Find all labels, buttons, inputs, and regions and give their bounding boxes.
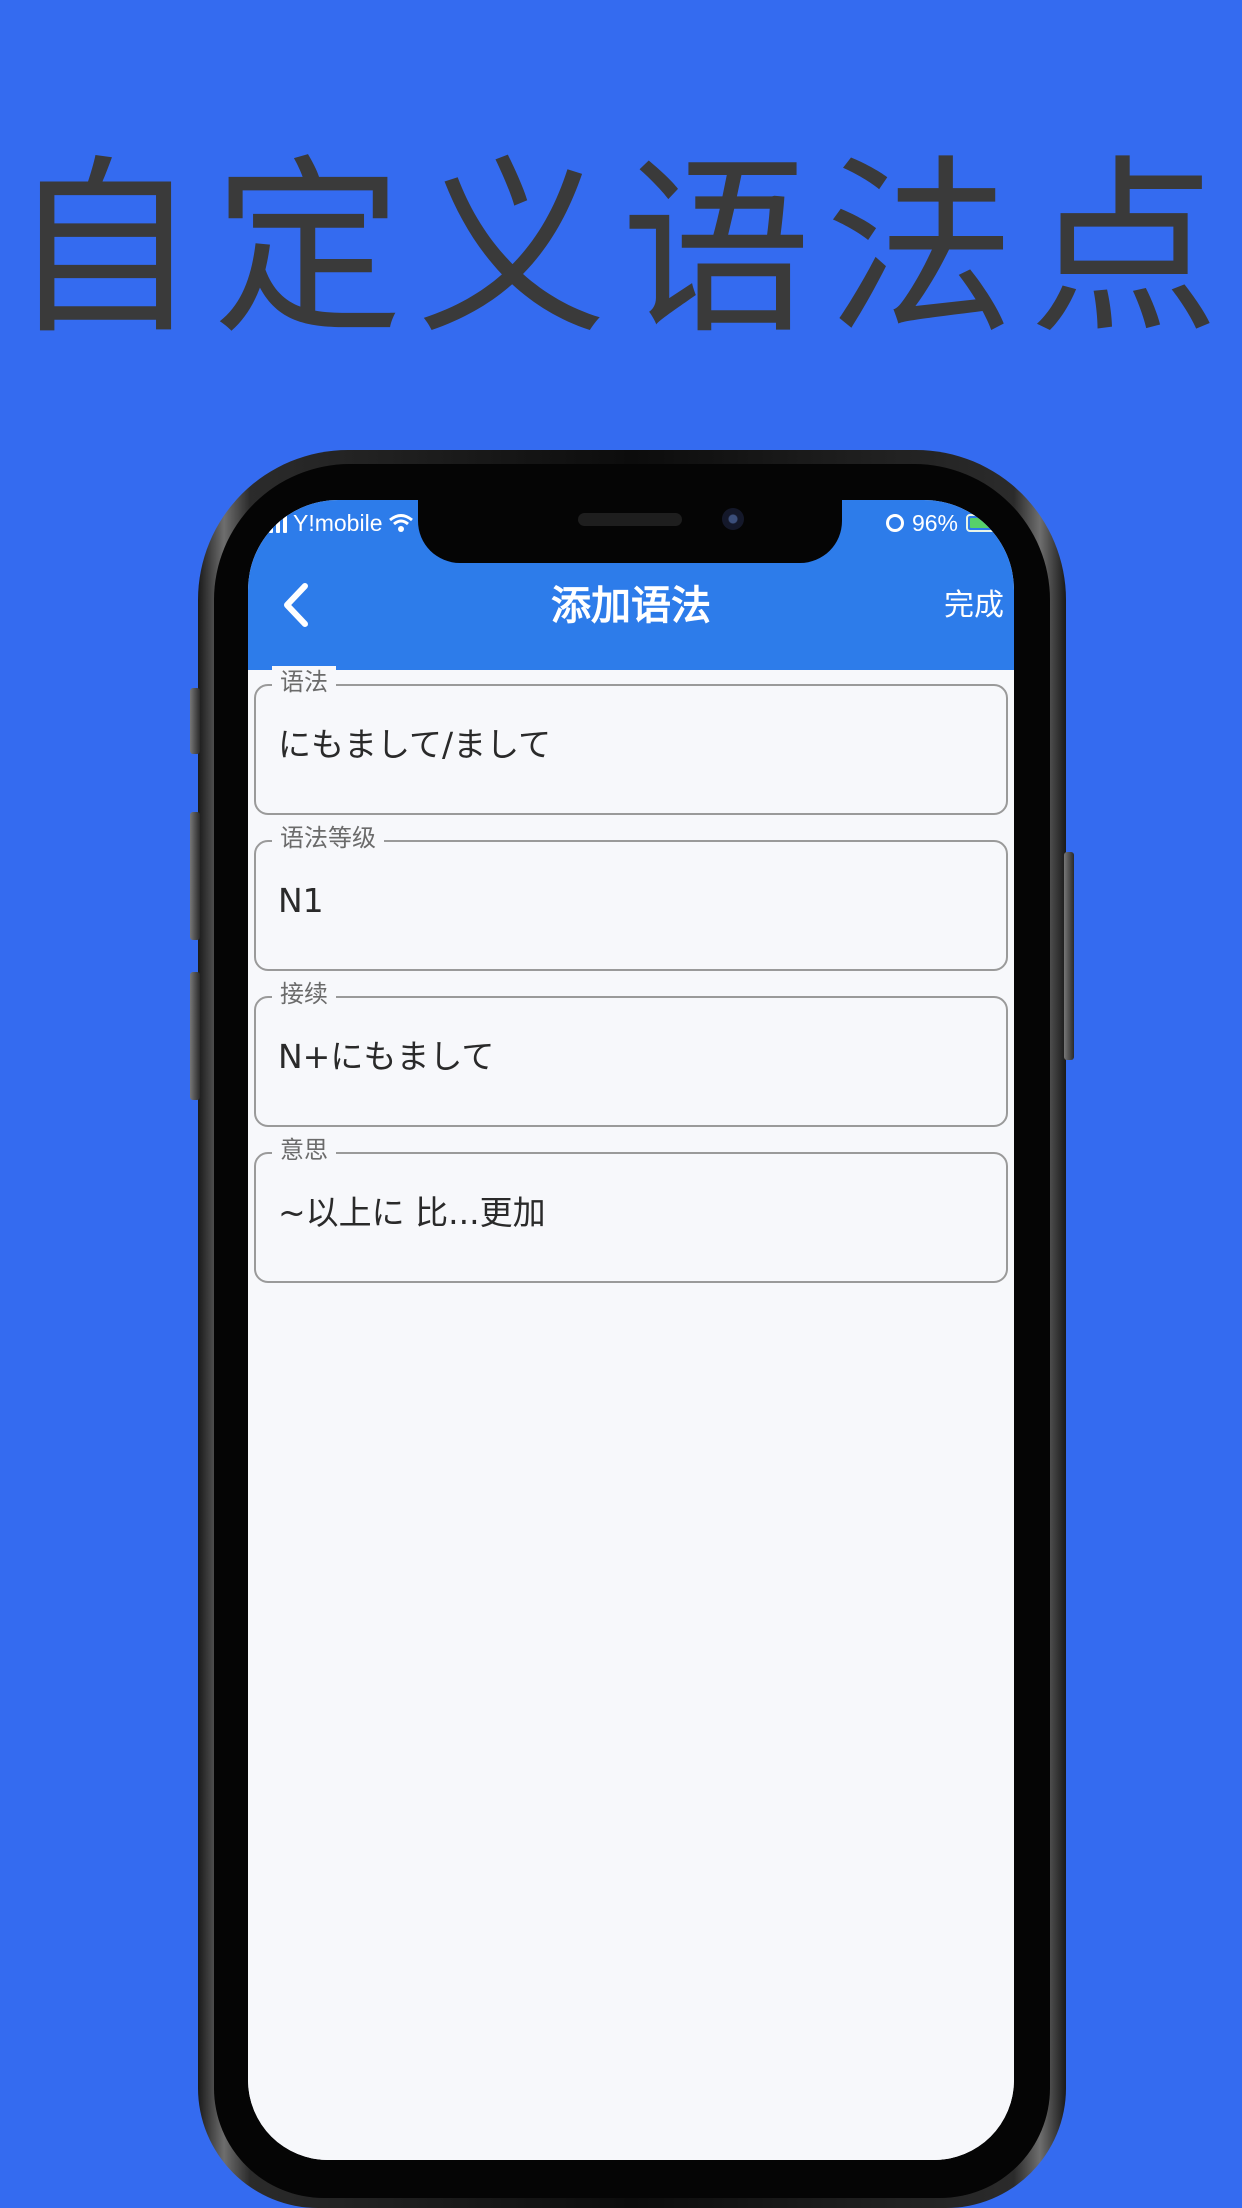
connection-input[interactable]: N+にもまして xyxy=(278,1032,494,1082)
form-content: 语法 にもまして/まして 语法等级 N1 接续 N+にもまして 意思 ~以上に … xyxy=(248,666,1014,2160)
promo-title: 自定义语法点 xyxy=(8,139,1233,360)
field-label: 语法等级 xyxy=(272,822,384,854)
battery-icon xyxy=(966,514,1000,532)
field-label: 接续 xyxy=(272,978,336,1010)
power-button xyxy=(1064,852,1074,1060)
back-button[interactable] xyxy=(276,580,316,630)
page-title: 添加语法 xyxy=(551,583,711,629)
volume-up-button xyxy=(190,812,200,940)
battery-percent: 96% xyxy=(911,509,958,536)
silent-switch xyxy=(190,688,200,754)
front-camera xyxy=(722,508,744,530)
meaning-input[interactable]: ~以上に 比...更加 xyxy=(278,1188,546,1238)
grammar-field[interactable]: 语法 にもまして/まして xyxy=(254,666,1008,815)
carrier-name: Y!mobile xyxy=(293,509,383,536)
done-button[interactable]: 完成 xyxy=(944,584,1004,628)
speaker-grille xyxy=(578,513,682,526)
status-bar-left: Y!mobile xyxy=(262,510,414,536)
meaning-field[interactable]: 意思 ~以上に 比...更加 xyxy=(254,1134,1008,1283)
connection-field[interactable]: 接续 N+にもまして xyxy=(254,978,1008,1127)
volume-down-button xyxy=(190,972,200,1100)
field-label: 语法 xyxy=(272,666,336,698)
field-label: 意思 xyxy=(272,1134,336,1166)
wifi-icon xyxy=(389,514,414,532)
signal-icon xyxy=(262,513,287,533)
alarm-icon xyxy=(885,514,904,532)
phone-screen: Y!mobile 96% 添加语法 完成 语法 にもまして/まして 语法等级 N… xyxy=(248,500,1014,2160)
status-bar-right: 96% xyxy=(885,509,1000,536)
chevron-left-icon xyxy=(284,583,308,627)
nav-bar: Y!mobile 96% 添加语法 完成 xyxy=(248,500,1014,670)
grammar-level-field[interactable]: 语法等级 N1 xyxy=(254,822,1008,971)
grammar-level-input[interactable]: N1 xyxy=(278,876,324,926)
notch xyxy=(418,500,842,563)
grammar-input[interactable]: にもまして/まして xyxy=(278,720,551,770)
